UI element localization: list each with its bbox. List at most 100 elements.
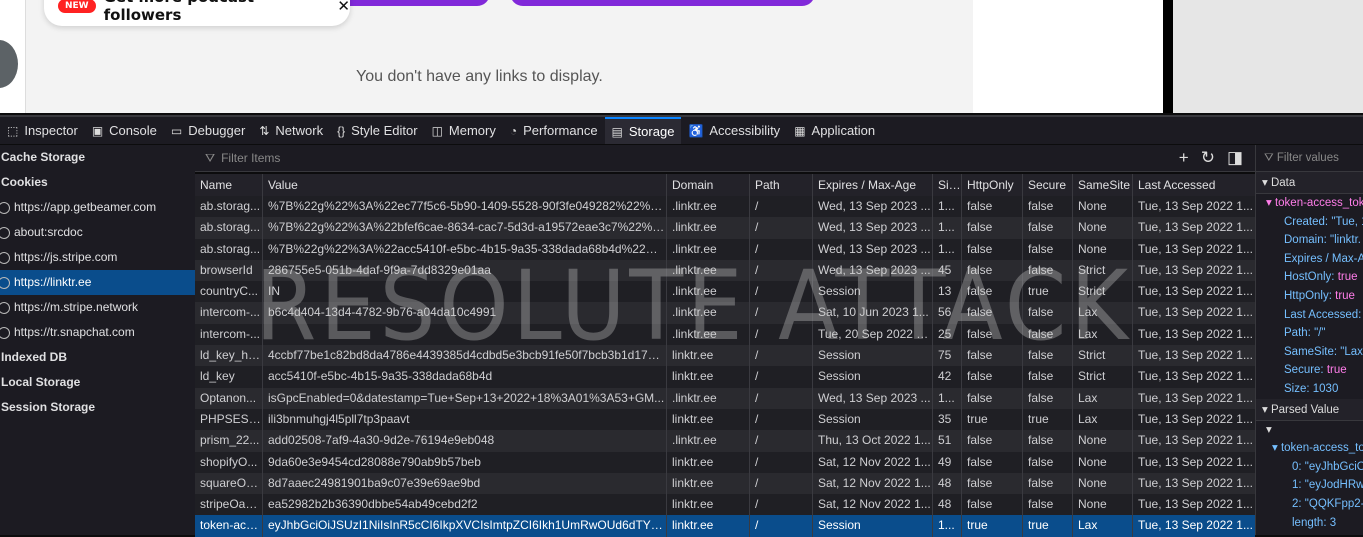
sidebar-cache-storage[interactable]: Cache Storage [0,145,195,170]
cell-path: / [750,238,813,260]
cookie-key[interactable]: ▾ token-access_tok [1256,194,1363,213]
table-row[interactable]: ab.storag... %7B%22g%22%3A%22ec77f5c6-5b9… [195,196,1255,218]
refresh-icon[interactable]: ↻ [1201,148,1215,168]
cell-value: isGpcEnabled=0&datestamp=Tue+Sep+13+2022… [263,387,667,409]
filter-values-input[interactable]: ⛛ Filter values [1256,145,1363,172]
tab-style-editor[interactable]: {} Style Editor [330,117,425,144]
cell-path: / [750,451,813,473]
property-key: HostOnly: [1284,271,1338,284]
table-row[interactable]: PHPSESSID ili3bnmuhgj4l5pll7tp3paavt linkt… [195,408,1255,431]
table-row[interactable]: countryC... IN .linktr.ee / Session 13 false tr… [195,281,1255,303]
tab-memory[interactable]: ◫ Memory [425,117,503,144]
tab-network[interactable]: ⇅ Network [252,117,330,144]
column-header[interactable]: SameSite [1073,174,1133,196]
sidebar-cookie-host[interactable]: https://tr.snapchat.com [0,320,195,345]
cell-size: 1... [933,238,962,260]
column-header[interactable]: Path [750,174,813,196]
cell-size: 42 [933,366,962,388]
table-row[interactable]: stripeOau... ea52982b2b36390dbbe54ab49ceb… [195,494,1255,516]
action-button[interactable] [510,0,815,6]
cell-size: 13 [933,281,962,303]
column-header[interactable]: Secure [1023,174,1073,196]
tab-accessibility[interactable]: ♿ Accessibility [681,117,787,144]
filter-items-input[interactable]: Filter Items [221,151,280,165]
column-header[interactable]: Expires / Max-Age [813,174,933,196]
cell-name: ld_key_ha... [195,345,263,367]
table-row[interactable]: browserId 286755e5-051b-4daf-9f9a-7dd8329… [195,259,1255,282]
sidebar-cookie-host[interactable]: https://m.stripe.network [0,295,195,320]
cell-path: / [750,196,813,218]
table-row[interactable]: squareOa... 8d7aaec24981901ba9c07e39e69ae… [195,472,1255,495]
table-row[interactable]: token-acc... eyJhbGciOiJSUzI1NiIsInR5cCI6… [195,515,1255,537]
sidebar-session-storage[interactable]: Session Storage [0,395,195,420]
cell-secure: true [1023,515,1073,537]
sidebar-cookie-host[interactable]: https://js.stripe.com [0,245,195,270]
cell-secure: false [1023,494,1073,516]
tab-application[interactable]: ▦ Application [787,117,882,144]
tab-console[interactable]: ▣ Console [85,117,164,144]
parsed-value-header[interactable]: ▾ Parsed Value [1256,398,1363,421]
sidebar-indexed-db[interactable]: Indexed DB [0,345,195,370]
table-row[interactable]: intercom-... .linktr.ee / Tue, 20 Sep 2022 … [195,323,1255,346]
cell-secure: false [1023,323,1073,346]
table-row[interactable]: Optanon... isGpcEnabled=0&datestamp=Tue+S… [195,387,1255,409]
data-section-header[interactable]: ▾ Data [1256,172,1363,194]
sidebar-local-storage[interactable]: Local Storage [0,370,195,395]
column-header[interactable]: Last Accessed [1133,174,1255,196]
parsed-key[interactable]: ▾ token-access_to [1256,439,1363,458]
column-header[interactable]: Value [263,174,667,196]
sidebar-cookie-host[interactable]: about:srcdoc [0,220,195,245]
table-row[interactable]: ld_key_ha... 4ccbf77be1c82bd8da4786e44393… [195,345,1255,367]
column-header[interactable]: Size [933,174,962,196]
table-row[interactable]: intercom-... b6c4d404-13d4-4782-9b76-a04d… [195,302,1255,324]
cell-size: 1... [933,217,962,239]
storage-sidebar: Cache Storage Cookies https://app.getbea… [0,145,195,535]
toggle-sidebar-icon[interactable]: ◨ [1227,148,1243,168]
table-row[interactable]: ld_key acc5410f-e5bc-4b15-9a35-338dada68b… [195,366,1255,388]
cell-samesite: Lax [1073,387,1133,409]
filter-bar: ⛛ Filter Items + ↻ ◨ [195,145,1255,172]
cell-expires-max-age: Sat, 12 Nov 2022 1... [813,451,933,473]
promo-popup[interactable]: NEW Get more podcast followers ✕ [44,0,350,26]
table-row[interactable]: shopifyO... 9da60e3e9454cd28088e790ab9b57… [195,451,1255,473]
cell-path: / [750,281,813,303]
sidebar-cookies[interactable]: Cookies [0,170,195,195]
tab-storage[interactable]: ▤ Storage [604,117,682,144]
webpage-area: NEW Get more podcast followers ✕ You don… [0,0,1363,113]
cell-samesite: Strict [1073,345,1133,367]
cell-samesite: Strict [1073,259,1133,282]
column-header[interactable]: Domain [667,174,750,196]
cell-size: 35 [933,408,962,431]
property-value: true [1337,271,1358,284]
cell-domain: linktr.ee [667,408,750,431]
table-row[interactable]: ab.storag... %7B%22g%22%3A%22bfef6cae-863… [195,217,1255,239]
cell-secure: false [1023,302,1073,324]
cell-value: ili3bnmuhgj4l5pll7tp3paavt [263,408,667,431]
cell-name: countryC... [195,281,263,303]
cell-last-accessed: Tue, 13 Sep 2022 1... [1138,411,1253,426]
cell-secure: true [1023,281,1073,303]
add-icon[interactable]: + [1179,148,1189,168]
parsed-root[interactable]: ▾ [1256,421,1363,440]
cell-httponly: false [962,217,1023,239]
detail-property: HttpOnly: true [1256,287,1363,306]
tab-debugger[interactable]: ▭ Debugger [164,117,252,144]
table-row[interactable]: prism_22... add02508-7af9-4a30-9d2e-76194… [195,430,1255,452]
sidebar-cookie-host[interactable]: https://app.getbeamer.com [0,195,195,220]
action-button[interactable] [330,0,490,6]
tab-performance[interactable]: ◔ Performance [503,117,605,144]
column-header[interactable]: Name [195,174,263,196]
cell-secure: false [1023,345,1073,367]
cell-secure: false [1023,366,1073,388]
sidebar-cookie-host[interactable]: https://linktr.ee [0,270,195,295]
table-row[interactable]: ab.storag... %7B%22g%22%3A%22acc5410f-e5b… [195,238,1255,260]
tab-label: Debugger [188,123,246,138]
cell-domain: .linktr.ee [667,217,750,239]
cell-samesite: Lax [1073,408,1133,431]
cell-value: ea52982b2b36390dbbe54ab49cebd2f2 [263,494,667,516]
column-header[interactable]: HttpOnly [962,174,1023,196]
property-value: "Lax" [1340,345,1363,358]
tab-inspector[interactable]: ⬚ Inspector [0,117,85,144]
property-key: Created: [1284,215,1332,228]
close-icon[interactable]: ✕ [337,0,350,15]
